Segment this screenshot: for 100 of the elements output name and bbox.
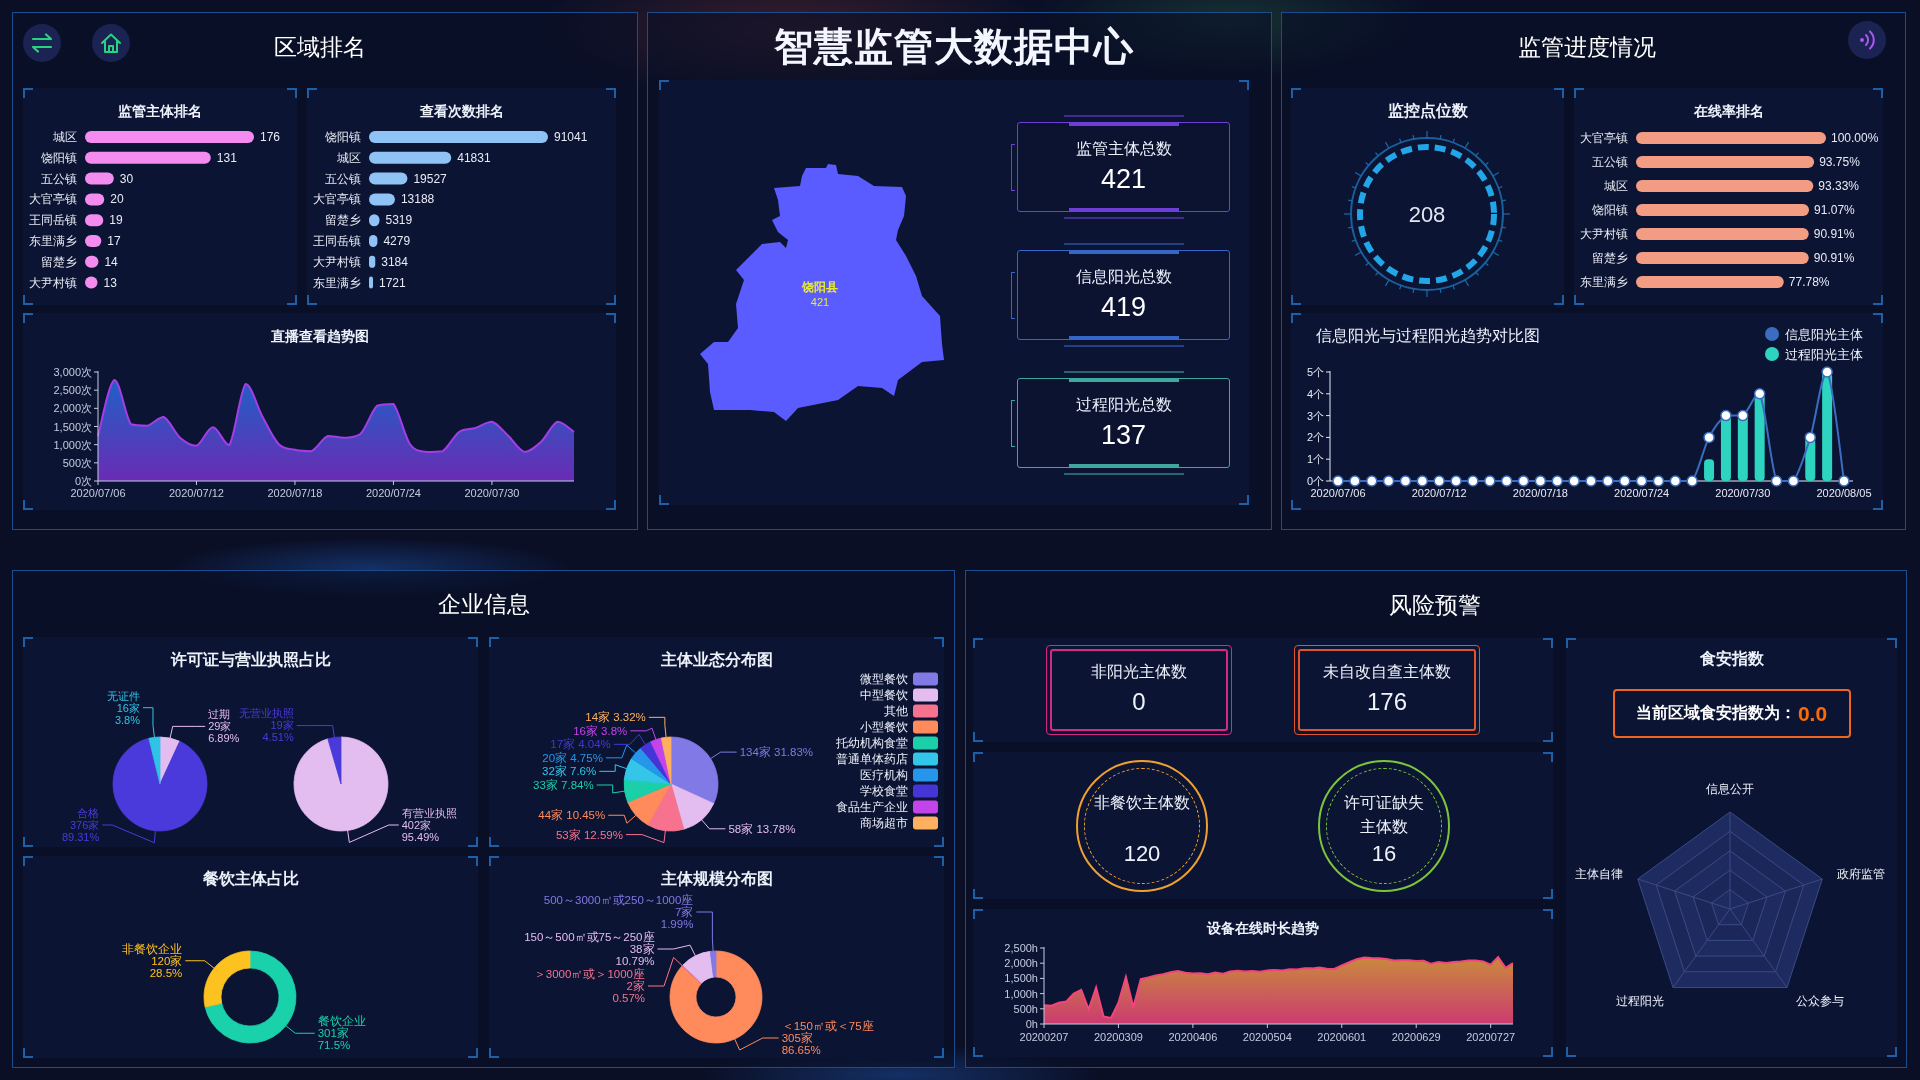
dial-value: 208 <box>1408 202 1446 227</box>
axis-label: 2020/07/18 <box>267 487 323 499</box>
bar-value: 3184 <box>381 254 408 269</box>
legend-label: 商场超市 <box>860 817 908 829</box>
bar-label: 饶阳镇 <box>1592 203 1628 217</box>
slice-label: 14家 3.32% <box>585 711 646 724</box>
axis-label: 2020/07/30 <box>1715 487 1771 499</box>
axis-label: 20200727 <box>1466 1031 1516 1043</box>
bar-label: 城区 <box>1604 179 1628 193</box>
axis-label: 20200406 <box>1168 1031 1218 1043</box>
legend-label: 普通单体药店 <box>836 753 908 765</box>
chart-title: 食安指数 <box>1698 649 1765 669</box>
chart-title: 监控点位数 <box>1386 101 1469 121</box>
slice-label: 餐饮企业 301家 71.5% <box>317 1015 366 1052</box>
bar-label: 五公镇 <box>1592 155 1628 169</box>
ring-value: 120 <box>1123 839 1161 868</box>
slice-label: 无证件 16家 3.8% <box>106 689 140 726</box>
legend-label: 小型餐饮 <box>860 721 908 733</box>
bar-label: 留楚乡 <box>41 254 77 269</box>
panel-title: 监管进度情况 <box>1518 32 1656 62</box>
bar-value: 41831 <box>457 150 491 165</box>
legend-label: 学校食堂 <box>860 785 908 797</box>
axis-label: 1,500h <box>1004 972 1038 985</box>
axis-label: 500次 <box>62 456 92 469</box>
slice-label: 非餐饮企业 120家 28.5% <box>122 942 183 979</box>
bar-value: 5319 <box>385 213 413 228</box>
axis-label: 20200309 <box>1093 1031 1143 1043</box>
bar-value: 131 <box>216 150 237 165</box>
bar-label: 大尹村镇 <box>29 275 77 290</box>
panel-title: 企业信息 <box>437 590 530 619</box>
slice-label: 17家 4.04% <box>550 738 611 751</box>
radar-axis-label: 公众参与 <box>1796 994 1845 1009</box>
bar-value: 20 <box>110 192 124 207</box>
axis-label: 0h <box>1025 1018 1038 1030</box>
radar-axis-label: 过程阳光 <box>1615 994 1664 1009</box>
radar-axis-label: 信息公开 <box>1706 782 1754 796</box>
bar-label: 东里满乡 <box>1580 275 1628 289</box>
bar-value: 176 <box>260 130 281 144</box>
index-label: 当前区域食安指数为： <box>1635 703 1796 723</box>
bar-label: 大官亭镇 <box>313 192 361 207</box>
chart-title: 餐饮主体占比 <box>201 869 300 889</box>
axis-label: 2020/07/06 <box>1310 487 1366 499</box>
bar-value: 30 <box>119 171 134 186</box>
bar-value: 91.07% <box>1814 203 1855 217</box>
slice-label: 32家 7.6% <box>542 765 597 778</box>
axis-label: 2020/07/24 <box>365 487 421 499</box>
axis-label: 1,000次 <box>53 438 92 451</box>
radar-axis-label: 政府监管 <box>1837 867 1886 882</box>
bar-value: 100.00% <box>1831 131 1879 145</box>
bar-value: 90.91% <box>1813 227 1855 241</box>
slice-label: 过期 29家 6.89% <box>208 708 240 745</box>
alert-label: 非阳光主体数 <box>1091 662 1187 682</box>
axis-label: 3,000次 <box>53 366 92 378</box>
chart-title: 查看次数排名 <box>418 102 505 121</box>
bar-value: 1721 <box>379 275 406 290</box>
slice-label: 16家 3.8% <box>573 724 628 737</box>
axis-label: 0次 <box>74 475 92 487</box>
bar-value: 17 <box>107 234 121 248</box>
axis-label: 2020/07/06 <box>70 487 126 499</box>
alert-value: 176 <box>1366 687 1407 717</box>
bar-label: 五公镇 <box>325 171 361 186</box>
bar-label: 王同岳镇 <box>313 234 361 248</box>
bar-label: 留楚乡 <box>1592 251 1628 265</box>
slice-label: 合格 376家 89.31% <box>61 806 100 843</box>
legend-label: 食品生产企业 <box>836 801 908 813</box>
legend-label: 托幼机构食堂 <box>836 737 908 749</box>
axis-label: 2020/08/05 <box>1816 487 1872 499</box>
bar-label: 大官亭镇 <box>29 192 77 207</box>
bar-value: 90.91% <box>1813 251 1855 265</box>
bar-label: 五公镇 <box>41 171 77 186</box>
dashboard-title: 智慧监管大数据中心 <box>774 23 1134 70</box>
slice-label: 20家 4.75% <box>542 751 603 764</box>
stat-value: 137 <box>1100 419 1147 451</box>
panel-title: 风险预警 <box>1389 590 1481 620</box>
bar-label: 东里满乡 <box>313 275 361 290</box>
axis-label: 2个 <box>1306 431 1324 444</box>
slice-label: ＜150㎡或＜75座 305家 86.65% <box>781 1019 874 1056</box>
slice-label: 134家 31.83% <box>739 746 814 759</box>
legend-label: 其他 <box>884 705 908 717</box>
bar-value: 14 <box>104 254 118 269</box>
bar-label: 大尹村镇 <box>313 254 361 269</box>
stat-label: 信息阳光总数 <box>1075 267 1172 287</box>
bar-value: 13188 <box>400 192 435 207</box>
bar-label: 王同岳镇 <box>29 213 77 228</box>
axis-label: 1个 <box>1306 453 1324 466</box>
axis-label: 4个 <box>1306 387 1324 400</box>
axis-label: 20200504 <box>1242 1031 1292 1043</box>
bar-label: 饶阳镇 <box>325 130 361 144</box>
bar-label: 饶阳镇 <box>41 150 77 165</box>
ring-label: 许可证缺失 主体数 <box>1344 792 1424 837</box>
stat-value: 419 <box>1100 291 1147 323</box>
legend-label: 医疗机构 <box>860 769 908 781</box>
axis-label: 2020/07/12 <box>168 487 224 499</box>
axis-label: 2,000h <box>1004 957 1038 970</box>
bar-value: 93.75% <box>1819 155 1860 169</box>
bar-value: 91041 <box>554 130 588 144</box>
chart-title: 许可证与营业执照占比 <box>169 650 332 670</box>
chart-title: 设备在线时长趋势 <box>1205 919 1320 938</box>
stat-label: 监管主体总数 <box>1075 139 1172 159</box>
axis-label: 1,500次 <box>53 420 92 433</box>
